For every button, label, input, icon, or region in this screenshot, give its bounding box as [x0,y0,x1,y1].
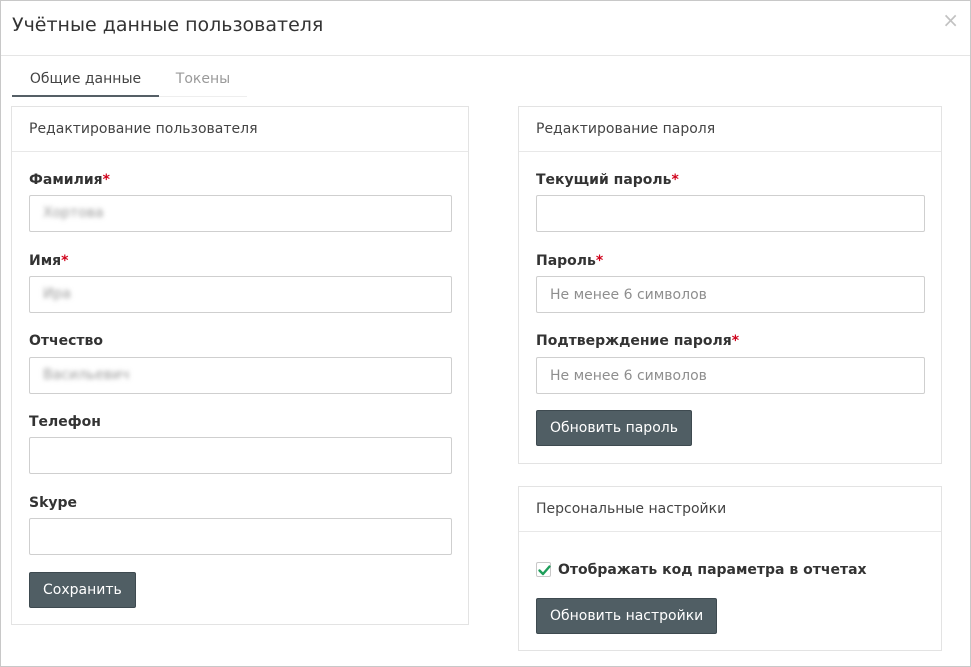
patronymic-label: Отчество [29,333,104,349]
confirm-password-input[interactable] [536,357,925,394]
confirm-password-label: Подтверждение пароля* [536,333,740,349]
show-param-code-checkbox[interactable] [536,562,551,577]
tab-tokens[interactable]: Токены [159,65,247,97]
save-button[interactable]: Сохранить [29,572,136,608]
user-credentials-dialog: Учётные данные пользователя × Общие данн… [0,0,971,667]
user-edit-panel: Редактирование пользователя Фамилия* Хор… [11,106,469,625]
required-marker: * [671,172,679,188]
skype-label: Skype [29,495,78,511]
new-password-input[interactable] [536,276,925,313]
update-settings-button[interactable]: Обновить настройки [536,598,718,634]
dialog-title: Учётные данные пользователя [12,14,324,36]
required-marker: * [731,333,740,349]
tab-bar: Общие данные Токены [12,65,247,97]
personal-settings-panel: Персональные настройки Отображать код па… [518,486,942,651]
personal-settings-heading: Персональные настройки [519,487,941,532]
first-name-input[interactable]: Ира [29,276,452,313]
checkmark-icon [538,565,551,576]
update-password-button[interactable]: Обновить пароль [536,410,692,446]
password-edit-heading: Редактирование пароля [519,107,941,152]
close-icon[interactable]: × [942,10,959,30]
current-password-input[interactable] [536,195,925,232]
last-name-label: Фамилия* [29,172,110,188]
last-name-input[interactable]: Хортова [29,195,452,232]
patronymic-input[interactable]: Васильевич [29,357,452,394]
user-edit-heading: Редактирование пользователя [12,107,468,152]
required-marker: * [595,253,604,269]
first-name-label: Имя* [29,253,69,269]
phone-label: Телефон [29,414,101,430]
required-marker: * [102,172,110,188]
dialog-header: Учётные данные пользователя × [1,1,970,56]
tab-general[interactable]: Общие данные [12,65,159,97]
new-password-label: Пароль* [536,253,604,269]
show-param-code-label[interactable]: Отображать код параметра в отчетах [558,562,867,578]
current-password-label: Текущий пароль* [536,172,679,188]
password-edit-panel: Редактирование пароля Текущий пароль* Па… [518,106,942,464]
skype-input[interactable] [29,518,452,555]
phone-input[interactable] [29,437,452,474]
required-marker: * [61,253,69,269]
